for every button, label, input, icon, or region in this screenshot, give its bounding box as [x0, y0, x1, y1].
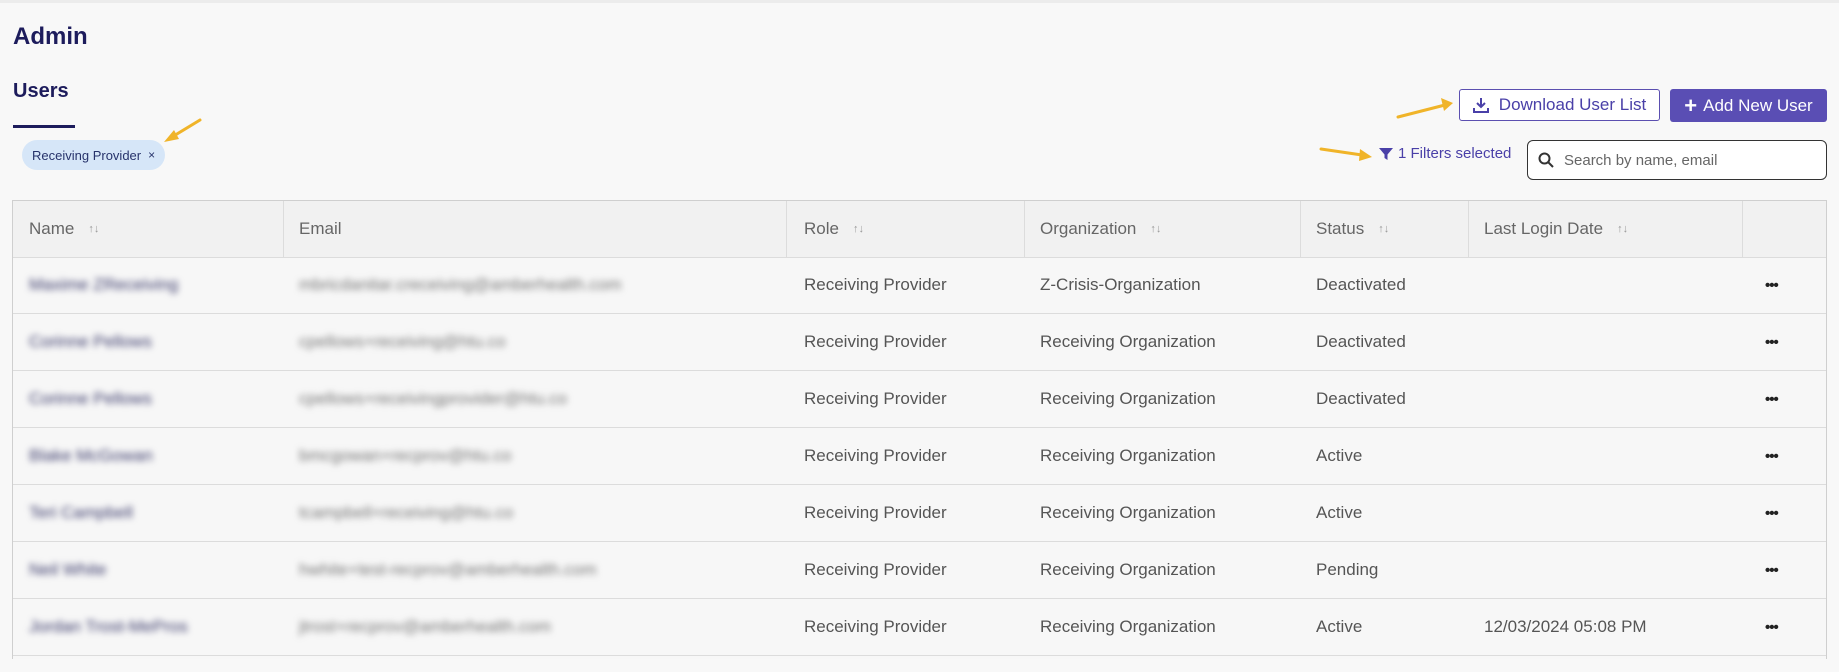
table-row[interactable]: Teri Campbell tcampbell+receiving@htu.co R…: [13, 485, 1826, 542]
cell-name: Teri Campbell: [29, 503, 133, 522]
cell-organization: Receiving Organization: [1040, 446, 1216, 465]
more-icon[interactable]: •••: [1765, 314, 1779, 370]
cell-status: Deactivated: [1316, 332, 1406, 351]
column-header-3[interactable]: Organization ↑↓: [1040, 201, 1161, 257]
download-user-list-button[interactable]: Download User List: [1459, 89, 1660, 121]
column-divider: [1742, 201, 1743, 257]
search-box: [1527, 140, 1827, 180]
cell-status: Active: [1316, 617, 1363, 636]
column-divider: [1024, 201, 1025, 257]
users-table: Name ↑↓ Email Role ↑↓ Organization ↑↓ Status ↑↓ L…: [12, 200, 1827, 659]
cell-organization: Receiving Organization: [1040, 332, 1216, 351]
cell-name: Blake McGowan: [29, 446, 153, 465]
cell-name: Corinne Pellows: [29, 389, 152, 408]
table-row[interactable]: Corinne Pellows cpellows+receivingprovide…: [13, 371, 1826, 428]
filter-chip-label: Receiving Provider: [32, 147, 142, 163]
table-header-row: Name ↑↓ Email Role ↑↓ Organization ↑↓ Status ↑↓ L…: [13, 201, 1826, 258]
more-icon[interactable]: •••: [1765, 485, 1779, 541]
close-icon[interactable]: ×: [148, 148, 155, 162]
sort-icon[interactable]: ↑↓: [1617, 223, 1628, 235]
cell-email: bmcgowan+recprov@htu.co: [299, 446, 512, 465]
annotation-arrow: [1396, 98, 1453, 119]
cell-name: Maxime ZReceiving: [29, 275, 179, 294]
filters-selected-label: 1 Filters selected: [1398, 145, 1512, 162]
tab-users[interactable]: Users: [13, 80, 69, 103]
sort-icon[interactable]: ↑↓: [1378, 223, 1389, 235]
annotation-arrow: [164, 118, 202, 142]
table-row[interactable]: Blake McGowan bmcgowan+recprov@htu.co Rece…: [13, 428, 1826, 485]
cell-organization: Receiving Organization: [1040, 389, 1216, 408]
cell-email: cpellows+receiving@htu.co: [299, 332, 506, 351]
column-header-label: Email: [299, 219, 342, 238]
table-row[interactable]: Corinne Pellows cpellows+receiving@htu.co…: [13, 314, 1826, 371]
add-new-user-label: Add New User: [1703, 95, 1813, 115]
cell-organization: Receiving Organization: [1040, 617, 1216, 636]
tab-users-underline: [13, 125, 75, 128]
cell-email: mbricdanitar.creceiving@amberhealth.com: [299, 275, 622, 294]
column-header-2[interactable]: Role ↑↓: [804, 201, 864, 257]
column-divider: [1300, 201, 1301, 257]
table-row[interactable]: Neil White hwhite+test-recprov@amberhealt…: [13, 542, 1826, 599]
column-divider: [1468, 201, 1469, 257]
sort-icon[interactable]: ↑↓: [88, 223, 99, 235]
column-header-label: Organization: [1040, 219, 1137, 238]
cell-email: tcampbell+receiving@htu.co: [299, 503, 514, 522]
annotation-arrow: [1319, 147, 1372, 161]
search-icon: [1538, 152, 1554, 168]
cell-name: Corinne Pellows: [29, 332, 152, 351]
cell-role: Receiving Provider: [804, 617, 947, 636]
cell-status: Active: [1316, 503, 1363, 522]
top-rule: [0, 0, 1839, 3]
sort-icon[interactable]: ↑↓: [1150, 223, 1161, 235]
add-new-user-button[interactable]: + Add New User: [1670, 89, 1827, 122]
column-divider: [283, 201, 284, 257]
cell-status: Pending: [1316, 560, 1379, 579]
column-header-label: Role: [804, 219, 839, 238]
cell-name: Jordan Trost-MePros: [29, 617, 188, 636]
cell-role: Receiving Provider: [804, 446, 947, 465]
table-row[interactable]: Maxime ZReceiving mbricdanitar.creceiving…: [13, 257, 1826, 314]
column-header-label: Name: [29, 219, 75, 238]
cell-role: Receiving Provider: [804, 503, 947, 522]
download-icon: [1472, 98, 1489, 113]
column-header-4[interactable]: Status ↑↓: [1316, 201, 1389, 257]
filter-chip: Receiving Provider ×: [22, 140, 166, 170]
more-icon[interactable]: •••: [1765, 371, 1779, 427]
column-divider: [786, 201, 787, 257]
column-header-label: Status: [1316, 219, 1365, 238]
sort-icon[interactable]: ↑↓: [853, 223, 864, 235]
cell-email: jtrost+recprov@amberhealth.com: [299, 617, 552, 636]
column-header-1: Email: [299, 201, 342, 257]
cell-name: Neil White: [29, 560, 107, 579]
more-icon[interactable]: •••: [1765, 428, 1779, 484]
cell-role: Receiving Provider: [804, 332, 947, 351]
cell-status: Deactivated: [1316, 275, 1406, 294]
cell-role: Receiving Provider: [804, 560, 947, 579]
cell-status: Active: [1316, 446, 1363, 465]
search-input[interactable]: [1564, 151, 1814, 169]
page-title: Admin: [13, 23, 88, 50]
cell-email: cpellows+receivingprovider@htu.co: [299, 389, 568, 408]
cell-organization: Receiving Organization: [1040, 560, 1216, 579]
cell-organization: Receiving Organization: [1040, 503, 1216, 522]
cell-status: Deactivated: [1316, 389, 1406, 408]
cell-role: Receiving Provider: [804, 275, 947, 294]
cell-organization: Z-Crisis-Organization: [1040, 275, 1201, 294]
more-icon[interactable]: •••: [1765, 257, 1779, 313]
plus-icon: +: [1684, 92, 1698, 118]
more-icon[interactable]: •••: [1765, 542, 1779, 598]
more-icon[interactable]: •••: [1765, 599, 1779, 655]
filters-selected-button[interactable]: 1 Filters selected: [1379, 145, 1511, 162]
column-header-5[interactable]: Last Login Date ↑↓: [1484, 201, 1628, 257]
cell-last-login: 12/03/2024 05:08 PM: [1484, 617, 1647, 636]
filter-icon: [1379, 147, 1393, 160]
cell-email: hwhite+test-recprov@amberhealth.com: [299, 560, 597, 579]
table-row[interactable]: Jordan Trost-MePros jtrost+recprov@amberh…: [13, 599, 1826, 656]
column-header-label: Last Login Date: [1484, 219, 1604, 238]
column-header-0[interactable]: Name ↑↓: [29, 201, 99, 257]
download-user-list-label: Download User List: [1498, 95, 1647, 114]
cell-role: Receiving Provider: [804, 389, 947, 408]
